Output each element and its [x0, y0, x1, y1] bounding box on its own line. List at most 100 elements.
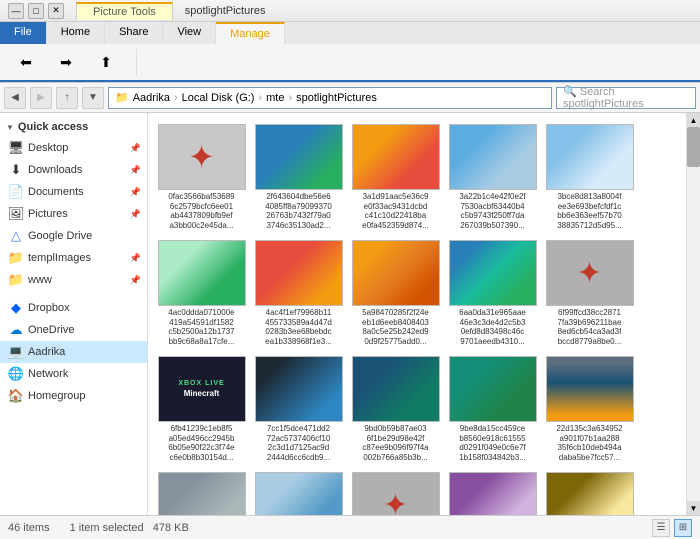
list-item[interactable]: 9bd0b59b87ae036f1be29d98e42fc87ee9b096f9…: [348, 351, 443, 465]
list-item[interactable]: 6aa0da31e965aae46e3c3de4d2c5b30efd8d8349…: [445, 235, 540, 349]
file-thumbnail: [449, 472, 537, 515]
file-thumbnail: [449, 124, 537, 190]
list-item[interactable]: ✦ 6f99ffcd38cc28717fa39b696211bae8ed6cb5…: [542, 235, 637, 349]
list-item[interactable]: 3bce8d813a8004fee3e693befcfdf1cbb6e363ee…: [542, 119, 637, 233]
ribbon-tabs: File Home Share View Manage: [0, 22, 700, 44]
list-item[interactable]: 33a79e0cec937fa8596dd2e372b592111148f572…: [154, 467, 249, 515]
file-thumbnail: [449, 356, 537, 422]
main-layout: ▼ Quick access 🖥 Desktop 📌 ⬇ Downloads 📌…: [0, 113, 700, 515]
list-item[interactable]: 3a1d91aac5e36c9e0f33ac9431dcbdc41c10d224…: [348, 119, 443, 233]
title-bar: — □ ✕ Picture Tools spotlightPictures: [0, 0, 700, 22]
sidebar-item-google-drive[interactable]: △ Google Drive: [0, 225, 147, 247]
list-item[interactable]: 4ac4f1ef79968b11455733589a4d47d0283b3ee6…: [251, 235, 346, 349]
sidebar-label-www: www: [28, 274, 126, 286]
ribbon-btn-back[interactable]: ⬅: [8, 49, 44, 76]
homegroup-icon: 🏠: [8, 388, 24, 404]
sidebar-label-homegroup: Homegroup: [28, 390, 141, 402]
file-thumbnail: [255, 124, 343, 190]
list-item[interactable]: 5a98470285f2f24eeb1d6eeb84084038a0c5e25b…: [348, 235, 443, 349]
templimages-icon: 📁: [8, 250, 24, 266]
list-item[interactable]: 2f643604dbe56e64085ff8a7909937026763b743…: [251, 119, 346, 233]
sidebar-label-network: Network: [28, 368, 141, 380]
tab-view[interactable]: View: [163, 22, 216, 44]
sidebar-item-network[interactable]: 🌐 Network: [0, 363, 147, 385]
sidebar-label-documents: Documents: [28, 186, 126, 198]
file-thumbnail: XBOX LIVE Minecraft: [158, 356, 246, 422]
picture-tools-tab[interactable]: Picture Tools: [76, 2, 173, 20]
tab-manage[interactable]: Manage: [216, 22, 285, 44]
path-part-2[interactable]: Local Disk (G:): [182, 92, 255, 104]
sidebar-item-aadrika[interactable]: 💻 Aadrika: [0, 341, 147, 363]
file-thumbnail: [255, 240, 343, 306]
sidebar-item-pictures[interactable]: 🖼 Pictures 📌: [0, 203, 147, 225]
xbox-live-icon: XBOX LIVE: [178, 380, 224, 387]
list-item[interactable]: [445, 467, 540, 515]
pin-icon-www: 📌: [130, 275, 141, 286]
sidebar-item-dropbox[interactable]: ◆ Dropbox: [0, 297, 147, 319]
path-icon: 📁: [115, 91, 129, 104]
list-item[interactable]: XBOX LIVE Minecraft 6fb41239c1eb8f5a05ed…: [154, 351, 249, 465]
google-drive-icon: △: [8, 228, 24, 244]
quick-access-header[interactable]: ▼ Quick access: [0, 117, 147, 137]
tab-share[interactable]: Share: [105, 22, 163, 44]
sidebar-label-dropbox: Dropbox: [28, 302, 141, 314]
ribbon-btn-up[interactable]: ⬆: [88, 49, 124, 76]
file-name: 9bd0b59b87ae036f1be29d98e42fc87ee9b096f9…: [362, 424, 428, 460]
pin-icon-downloads: 📌: [130, 165, 141, 176]
maximize-button[interactable]: □: [28, 3, 44, 19]
view-details-button[interactable]: ☰: [652, 519, 670, 537]
list-item[interactable]: 9be8da15cc459ceb8560e918c61555d0291f049e…: [445, 351, 540, 465]
up-button[interactable]: ↑: [56, 87, 78, 109]
back-button[interactable]: ◀: [4, 87, 26, 109]
list-item[interactable]: 37c86e934e3a51ce3d6a4da697a729ae4deafbdd…: [251, 467, 346, 515]
list-item[interactable]: 3a22b1c4e42f0e2f7530acbf63440b4c5b9743f2…: [445, 119, 540, 233]
file-name: 9be8da15cc459ceb8560e918c61555d0291f049e…: [459, 424, 526, 460]
sidebar-label-templimages: templImages: [28, 252, 126, 264]
sidebar-item-documents[interactable]: 📄 Documents 📌: [0, 181, 147, 203]
sidebar-label-onedrive: OneDrive: [28, 324, 141, 336]
list-item[interactable]: ✦ 0fac3566baf536896c2579bcfc6ee01ab44378…: [154, 119, 249, 233]
ribbon-btn-forward[interactable]: ➡: [48, 49, 84, 76]
status-right: ☰ ⊞: [652, 519, 692, 537]
file-grid-container: ▲ ▼ ✦ 0fac3566baf536896c2579bcfc6ee01ab4…: [148, 113, 700, 515]
puzzle-icon: ✦: [188, 138, 215, 176]
aadrika-icon: 💻: [8, 344, 24, 360]
sidebar-item-www[interactable]: 📁 www 📌: [0, 269, 147, 291]
view-tiles-button[interactable]: ⊞: [674, 519, 692, 537]
address-path[interactable]: 📁 Aadrika › Local Disk (G:) › mte › spot…: [108, 87, 552, 109]
quick-access-arrow: ▼: [6, 123, 14, 132]
status-bar: 46 items 1 item selected 478 KB ☰ ⊞: [0, 515, 700, 539]
path-part-1[interactable]: Aadrika: [133, 92, 170, 104]
sidebar-item-templimages[interactable]: 📁 templImages 📌: [0, 247, 147, 269]
path-part-4[interactable]: spotlightPictures: [296, 92, 377, 104]
path-part-3[interactable]: mte: [266, 92, 284, 104]
pictures-icon: 🖼: [8, 206, 24, 222]
list-item[interactable]: [542, 467, 637, 515]
window-title: spotlightPictures: [185, 5, 266, 17]
ribbon-group-nav: ⬅ ➡ ⬆: [8, 49, 137, 76]
minimize-button[interactable]: —: [8, 3, 24, 19]
file-thumbnail: ✦: [158, 124, 246, 190]
sidebar-item-downloads[interactable]: ⬇ Downloads 📌: [0, 159, 147, 181]
sidebar-label-desktop: Desktop: [28, 142, 126, 154]
file-name: 2f643604dbe56e64085ff8a7909937026763b743…: [265, 192, 332, 228]
file-name: 4ac0ddda071000e419a54591df1582c5b2500a12…: [168, 308, 234, 344]
sidebar-item-desktop[interactable]: 🖥 Desktop 📌: [0, 137, 147, 159]
documents-icon: 📄: [8, 184, 24, 200]
forward-button[interactable]: ▶: [30, 87, 52, 109]
list-item[interactable]: 22d135c3a634952a901f07b1aa28835f6cb10deb…: [542, 351, 637, 465]
close-button[interactable]: ✕: [48, 3, 64, 19]
search-input[interactable]: 🔍 Search spotlightPictures: [556, 87, 696, 109]
sidebar-item-onedrive[interactable]: ☁ OneDrive: [0, 319, 147, 341]
list-item[interactable]: 4ac0ddda071000e419a54591df1582c5b2500a12…: [154, 235, 249, 349]
recent-button[interactable]: ▼: [82, 87, 104, 109]
file-thumbnail: [352, 240, 440, 306]
tab-file[interactable]: File: [0, 22, 47, 44]
sidebar-item-homegroup[interactable]: 🏠 Homegroup: [0, 385, 147, 407]
file-grid: ✦ 0fac3566baf536896c2579bcfc6ee01ab44378…: [148, 113, 700, 515]
file-name: 4ac4f1ef79968b11455733589a4d47d0283b3ee6…: [265, 308, 332, 344]
list-item[interactable]: 7cc1f5dce471dd272ac5737406cf102c3d1d7125…: [251, 351, 346, 465]
list-item[interactable]: ✦ 81e9ba277c14bd42308a4fc51503754267095d…: [348, 467, 443, 515]
window-controls[interactable]: — □ ✕: [8, 3, 64, 19]
tab-home[interactable]: Home: [47, 22, 105, 44]
